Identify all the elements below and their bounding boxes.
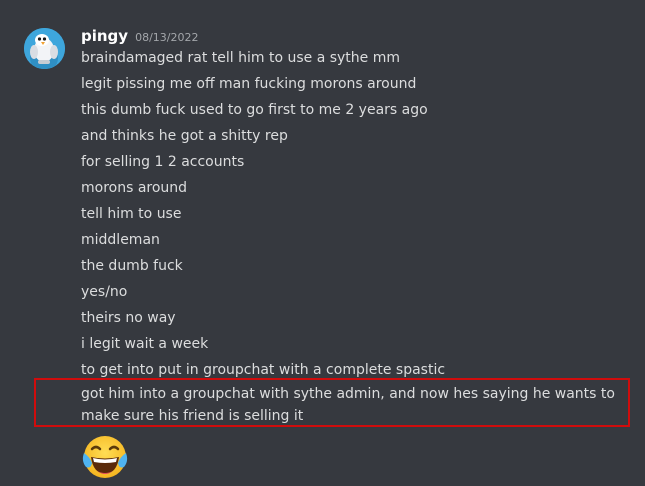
message-line: the dumb fuck (81, 258, 183, 274)
timestamp[interactable]: 08/13/2022 (135, 31, 198, 44)
message-line: and thinks he got a shitty rep (81, 128, 288, 144)
previous-message-fragment (0, 0, 645, 14)
avatar[interactable] (24, 28, 65, 69)
username[interactable]: pingy (81, 27, 128, 45)
message-line: for selling 1 2 accounts (81, 154, 245, 170)
message-header: pingy 08/13/2022 (81, 27, 198, 47)
message-line: yes/no (81, 284, 128, 300)
joy-emoji-icon[interactable] (80, 433, 130, 481)
message-line: middleman (81, 232, 160, 248)
message-line: theirs no way (81, 310, 176, 326)
message-line: tell him to use (81, 206, 182, 222)
highlighted-message-line: got him into a groupchat with sythe admi… (81, 386, 615, 424)
message-line: i legit wait a week (81, 336, 209, 352)
message-line: morons around (81, 180, 188, 196)
message-line: this dumb fuck used to go first to me 2 … (81, 102, 428, 118)
message-line: braindamaged rat tell him to use a sythe… (81, 50, 401, 66)
message-line: legit pissing me off man fucking morons … (81, 76, 417, 92)
bird-avatar-icon (24, 28, 65, 69)
